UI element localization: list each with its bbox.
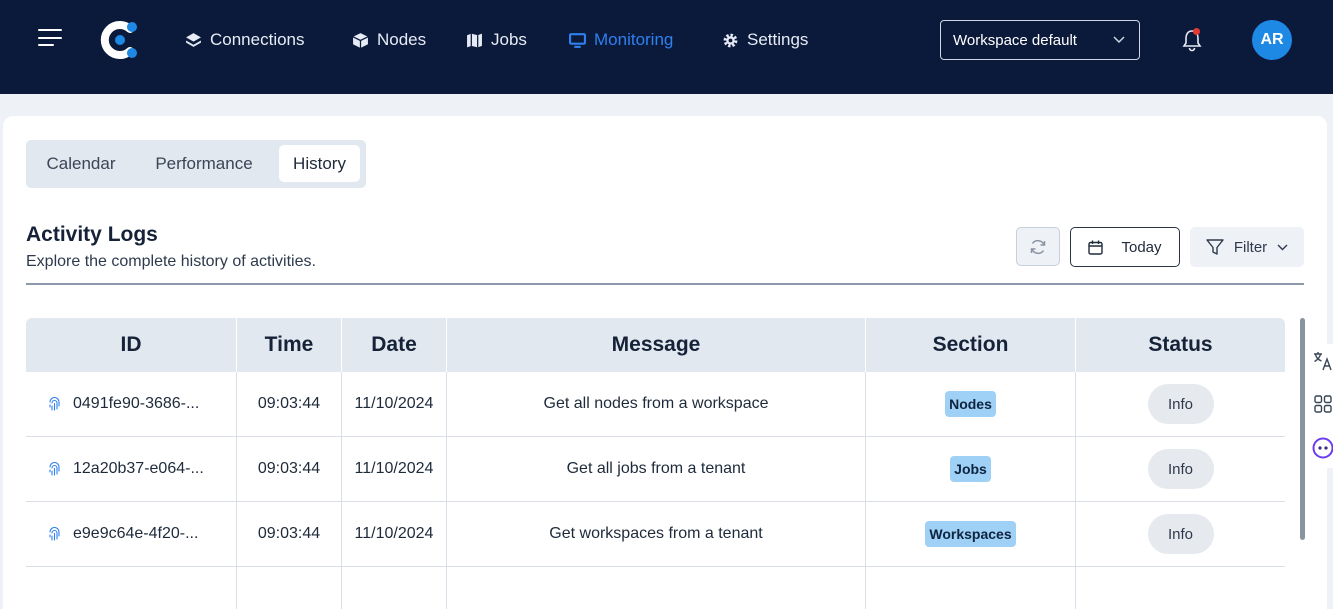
cell-time: 09:03:44	[236, 502, 341, 566]
nav-jobs-label: Jobs	[491, 30, 527, 49]
monitoring-tabs: Calendar Performance History	[26, 140, 366, 188]
grid-apps-icon[interactable]	[1312, 393, 1333, 415]
status-badge[interactable]: Info	[1147, 384, 1214, 424]
cell-status	[1075, 567, 1285, 609]
calendar-icon	[1088, 240, 1104, 255]
column-header-date[interactable]: Date	[341, 318, 446, 372]
status-badge[interactable]: Info	[1147, 449, 1214, 489]
status-badge[interactable]: Info	[1147, 514, 1214, 554]
chevron-down-icon	[1113, 36, 1125, 44]
hamburger-menu-icon[interactable]	[38, 29, 62, 47]
chevron-down-icon	[1277, 244, 1288, 250]
cell-section: Nodes	[865, 372, 1075, 436]
cell-message: Get workspaces from a tenant	[446, 502, 865, 566]
column-header-status[interactable]: Status	[1075, 318, 1285, 372]
section-badge: Nodes	[945, 391, 996, 417]
workspace-select[interactable]: Workspace default	[940, 20, 1140, 60]
top-navbar: Connections Nodes Jobs Monitoring Settin…	[0, 0, 1333, 94]
nav-connections-label: Connections	[210, 30, 305, 49]
cube-icon	[352, 32, 369, 48]
cell-status: Info	[1075, 502, 1285, 566]
tab-calendar[interactable]: Calendar	[31, 145, 131, 182]
nav-nodes-label: Nodes	[377, 30, 427, 49]
user-avatar[interactable]: AR	[1252, 20, 1292, 60]
filter-label: Filter	[1233, 238, 1268, 256]
cell-id: 12a20b37-e064-...	[26, 437, 236, 501]
cell-date	[341, 567, 446, 609]
main-card: Calendar Performance History Activity Lo…	[3, 116, 1327, 609]
avatar-initials: AR	[1260, 31, 1284, 48]
cell-message: Get all jobs from a tenant	[446, 437, 865, 501]
section-badge: Jobs	[950, 456, 991, 482]
cell-section	[865, 567, 1075, 609]
section-badge: Workspaces	[925, 521, 1016, 547]
notification-dot	[1193, 28, 1200, 35]
map-icon	[467, 33, 482, 47]
table-header: ID Time Date Message Section Status	[26, 318, 1285, 372]
translate-icon[interactable]	[1312, 350, 1333, 372]
column-header-time[interactable]: Time	[236, 318, 341, 372]
today-label: Today	[1121, 238, 1162, 256]
nav-settings[interactable]: Settings	[722, 28, 808, 52]
nav-jobs[interactable]: Jobs	[466, 28, 527, 52]
column-header-message[interactable]: Message	[446, 318, 865, 372]
monitor-icon	[569, 32, 586, 48]
cell-date: 11/10/2024	[341, 437, 446, 501]
cell-status: Info	[1075, 372, 1285, 436]
page-subtitle: Explore the complete history of activiti…	[26, 253, 316, 270]
cell-date: 11/10/2024	[341, 372, 446, 436]
cell-status: Info	[1075, 437, 1285, 501]
section-divider	[26, 283, 1304, 285]
tab-performance[interactable]: Performance	[139, 145, 269, 182]
nav-nodes[interactable]: Nodes	[352, 28, 426, 52]
nav-monitoring[interactable]: Monitoring	[569, 28, 673, 52]
table-row[interactable]: e9e9c64e-4f20-... 09:03:44 11/10/2024 Ge…	[26, 502, 1285, 567]
cell-message	[446, 567, 865, 609]
cell-section: Jobs	[865, 437, 1075, 501]
page-title: Activity Logs	[26, 223, 158, 246]
cell-time: 09:03:44	[236, 437, 341, 501]
row-id: e9e9c64e-4f20-...	[73, 525, 199, 542]
layers-icon	[186, 32, 201, 47]
column-header-section[interactable]: Section	[865, 318, 1075, 372]
fingerprint-icon	[49, 462, 60, 476]
cell-id: 0491fe90-3686-...	[26, 372, 236, 436]
cell-time	[236, 567, 341, 609]
fingerprint-icon	[49, 527, 60, 541]
workspace-select-value: Workspace default	[953, 31, 1077, 49]
table-scrollbar[interactable]	[1300, 318, 1305, 540]
nav-connections[interactable]: Connections	[185, 28, 305, 52]
nav-settings-label: Settings	[747, 30, 809, 49]
refresh-icon	[1030, 239, 1046, 254]
row-id: 12a20b37-e064-...	[73, 460, 204, 477]
table-row[interactable]: 0491fe90-3686-... 09:03:44 11/10/2024 Ge…	[26, 372, 1285, 437]
assistant-bot-icon[interactable]	[1312, 437, 1333, 459]
cell-time: 09:03:44	[236, 372, 341, 436]
refresh-button[interactable]	[1016, 227, 1060, 266]
nav-monitoring-label: Monitoring	[594, 30, 674, 49]
app-logo[interactable]	[100, 20, 140, 60]
table-row[interactable]: 12a20b37-e064-... 09:03:44 11/10/2024 Ge…	[26, 437, 1285, 502]
cell-section: Workspaces	[865, 502, 1075, 566]
row-id: 0491fe90-3686-...	[73, 395, 200, 412]
tab-history[interactable]: History	[279, 145, 360, 182]
column-header-id[interactable]: ID	[26, 318, 236, 372]
cell-id: e9e9c64e-4f20-...	[26, 502, 236, 566]
cell-date: 11/10/2024	[341, 502, 446, 566]
table-row[interactable]	[26, 567, 1285, 609]
filter-button[interactable]: Filter	[1190, 227, 1304, 267]
gear-icon	[723, 33, 738, 47]
fingerprint-icon	[49, 397, 60, 411]
today-date-button[interactable]: Today	[1070, 227, 1180, 267]
filter-icon	[1206, 238, 1224, 255]
cell-message: Get all nodes from a workspace	[446, 372, 865, 436]
